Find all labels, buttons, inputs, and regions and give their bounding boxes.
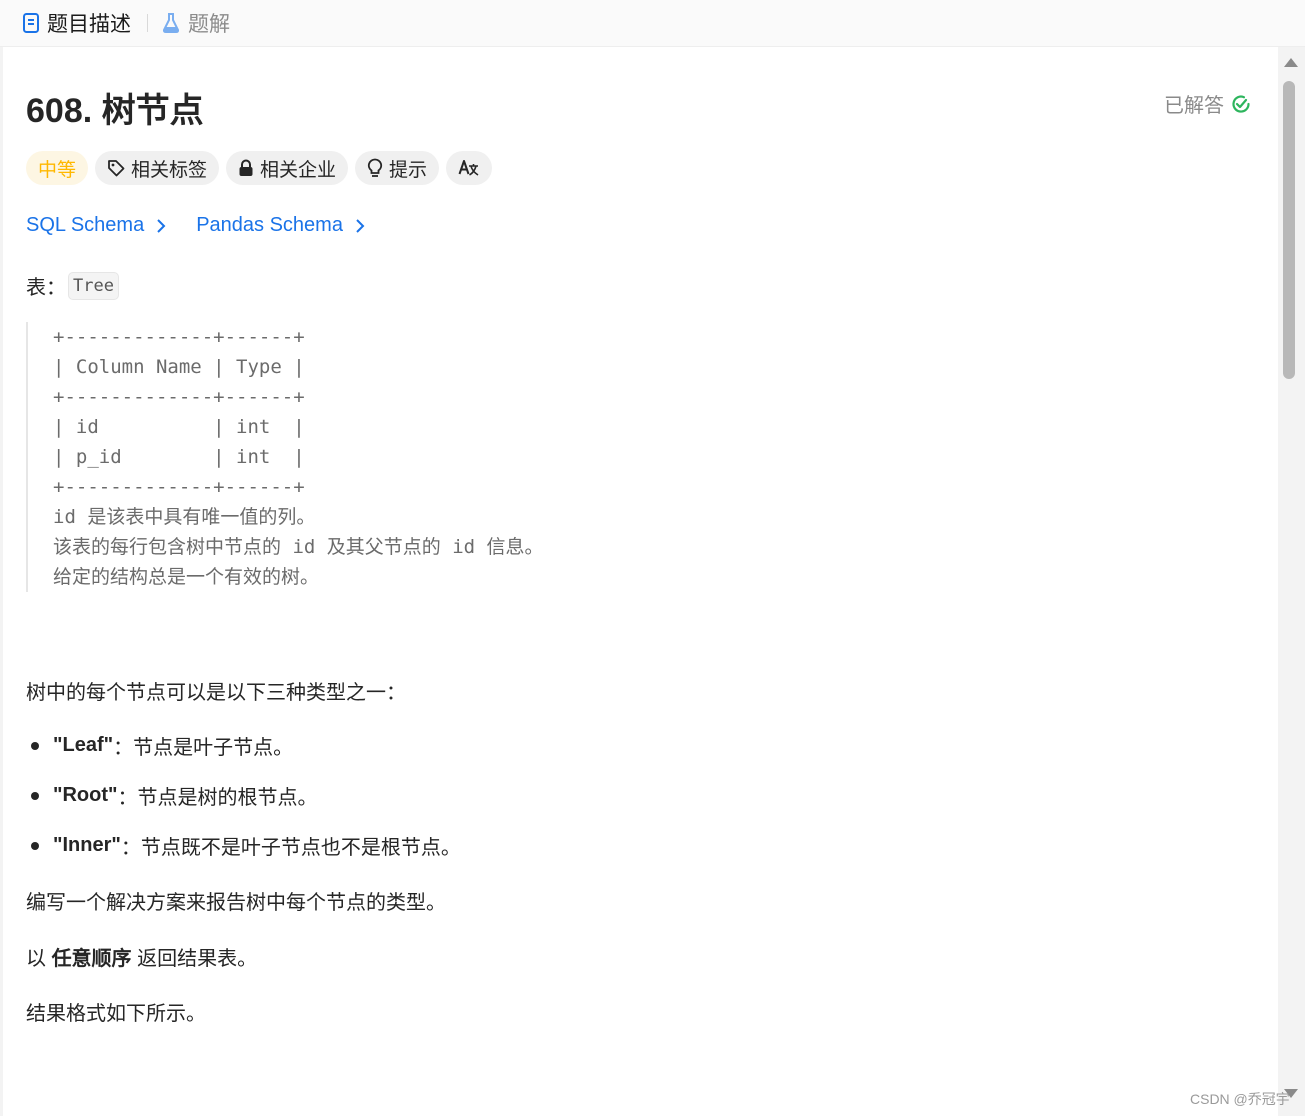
- list-item: "Leaf" ：节点是叶子节点。: [26, 731, 293, 760]
- related-companies-button[interactable]: 相关企业: [226, 151, 349, 185]
- list-item: "Inner" ：节点既不是叶子节点也不是根节点。: [26, 831, 461, 860]
- tab-divider: [147, 14, 148, 32]
- tab-solutions-label: 题解: [188, 13, 230, 36]
- sql-schema-label: SQL Schema: [26, 214, 145, 236]
- related-companies-label: 相关企业: [260, 159, 337, 181]
- vertical-scrollbar[interactable]: [1278, 47, 1305, 1116]
- format-statement: 结果格式如下所示。: [26, 1003, 206, 1025]
- difficulty-badge: 中等: [26, 151, 89, 185]
- bullet-dot: [31, 741, 39, 750]
- schema-code-block: +-------------+------+ | Column Name | T…: [26, 322, 626, 592]
- schema-line: 给定的结构总是一个有效的树。: [53, 566, 320, 588]
- bullet-dot: [31, 791, 39, 800]
- bullet-desc: ：节点是树的根节点。: [117, 787, 318, 809]
- check-circle-icon: [1232, 95, 1250, 113]
- sql-schema-link[interactable]: SQL Schema: [26, 214, 166, 237]
- lock-icon: [239, 159, 253, 176]
- hint-button[interactable]: 提示: [355, 151, 440, 185]
- schema-line: id 是该表中具有唯一值的列。: [53, 506, 316, 528]
- problem-description-panel: 608. 树节点 已解答 中等 相关标签 相关企业 提示 SQL Schema …: [3, 47, 1278, 1116]
- chevron-right-icon: [157, 218, 166, 233]
- pandas-schema-label: Pandas Schema: [196, 214, 343, 236]
- document-icon: [23, 13, 39, 33]
- bullet-desc: ：节点是叶子节点。: [113, 737, 294, 759]
- bullet-dot: [31, 841, 39, 850]
- tag-icon: [108, 160, 125, 177]
- schema-line: +-------------+------+: [53, 476, 305, 498]
- scrollbar-thumb[interactable]: [1283, 81, 1295, 379]
- order-suffix: 返回结果表。: [131, 948, 258, 970]
- related-tags-label: 相关标签: [131, 159, 208, 181]
- schema-line: +-------------+------+: [53, 386, 305, 408]
- related-tags-button[interactable]: 相关标签: [95, 151, 220, 185]
- schema-line: | id | int |: [53, 416, 305, 438]
- translate-icon: [458, 160, 479, 176]
- tab-description-label: 题目描述: [47, 13, 131, 36]
- order-bold: 任意顺序: [51, 948, 132, 970]
- schema-links: SQL Schema Pandas Schema: [26, 214, 395, 237]
- task-statement: 编写一个解决方案来报告树中每个节点的类型。: [26, 892, 446, 914]
- watermark: CSDN @乔冠宇: [1190, 1091, 1290, 1107]
- solved-status-label: 已解答: [1164, 95, 1224, 117]
- list-item: "Root" ：节点是树的根节点。: [26, 781, 318, 810]
- bullet-term: "Root": [53, 784, 118, 806]
- scroll-up-arrow-icon[interactable]: [1284, 58, 1298, 67]
- tab-description[interactable]: 题目描述: [22, 10, 131, 36]
- node-types-intro: 树中的每个节点可以是以下三种类型之一：: [26, 682, 406, 704]
- order-statement: 以 任意顺序 返回结果表。: [26, 942, 257, 971]
- schema-line: | Column Name | Type |: [53, 356, 305, 378]
- flask-icon: [162, 13, 180, 33]
- tab-solutions[interactable]: 题解: [161, 10, 230, 36]
- table-intro: 表： Tree: [26, 271, 119, 300]
- pandas-schema-link[interactable]: Pandas Schema: [196, 214, 365, 237]
- bullet-term: "Inner": [53, 834, 121, 856]
- solved-status: 已解答: [1164, 89, 1251, 118]
- translate-button[interactable]: [446, 151, 493, 185]
- problem-title: 608. 树节点: [26, 92, 204, 130]
- table-intro-prefix: 表：: [26, 277, 66, 299]
- schema-line: | p_id | int |: [53, 446, 305, 468]
- difficulty-label: 中等: [38, 159, 77, 181]
- chevron-right-icon: [356, 218, 365, 233]
- lightbulb-icon: [367, 158, 383, 177]
- bullet-desc: ：节点既不是叶子节点也不是根节点。: [120, 837, 461, 859]
- schema-line: 该表的每行包含树中节点的 id 及其父节点的 id 信息。: [53, 536, 544, 558]
- tag-row: 中等 相关标签 相关企业 提示: [26, 151, 499, 185]
- table-name-code: Tree: [68, 271, 119, 300]
- hint-label: 提示: [389, 159, 428, 181]
- tab-bar: 题目描述 题解: [0, 0, 1305, 47]
- bullet-term: "Leaf": [53, 734, 114, 756]
- schema-line: +-------------+------+: [53, 326, 305, 348]
- order-prefix: 以: [26, 948, 52, 970]
